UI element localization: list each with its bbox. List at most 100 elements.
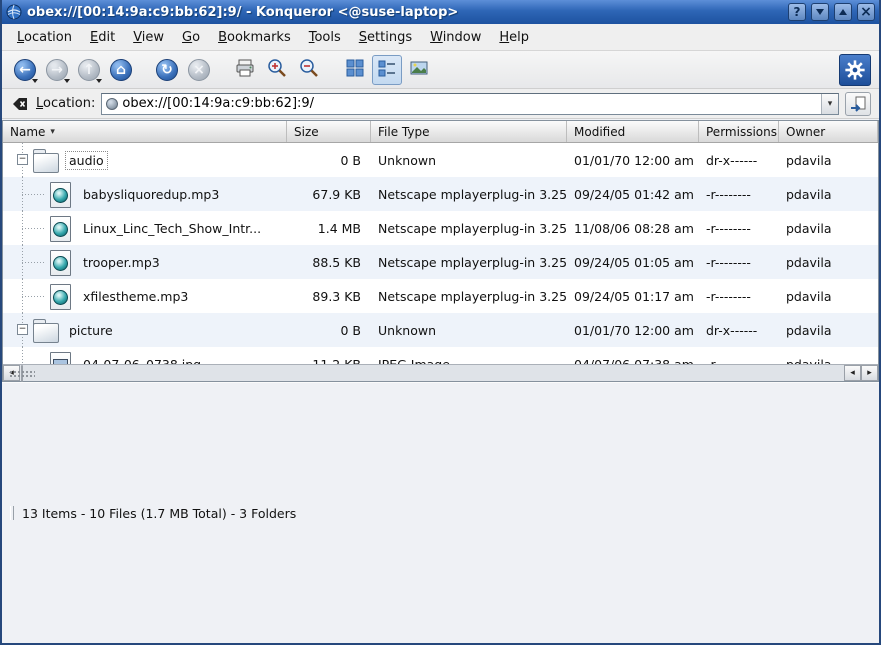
column-header-owner[interactable]: Owner: [779, 121, 878, 142]
table-row[interactable]: − picture 0 B Unknown 01/01/70 12:00 am …: [3, 313, 878, 347]
column-header-modified[interactable]: Modified: [567, 121, 699, 142]
clear-location-button[interactable]: [10, 94, 30, 114]
tree-branch: [22, 194, 45, 195]
scroll-right-button[interactable]: ▸: [861, 365, 878, 381]
location-bar: Location: ▾: [2, 89, 879, 119]
stop-button[interactable]: ×: [184, 55, 214, 85]
menu-edit[interactable]: Edit: [81, 27, 124, 48]
up-button[interactable]: ↑: [74, 55, 104, 85]
tree-branch: [22, 262, 45, 263]
menu-tools[interactable]: Tools: [300, 27, 350, 48]
horizontal-scrollbar[interactable]: ◂ ◂ ▸: [3, 364, 878, 381]
filetype-cell: Netscape mplayerplug-in 3.25: [371, 177, 567, 211]
column-header-filetype[interactable]: File Type: [371, 121, 567, 142]
help-button[interactable]: ?: [788, 3, 806, 21]
name-cell: xfilestheme.mp3: [3, 279, 287, 313]
file-icon[interactable]: [33, 316, 59, 344]
table-row[interactable]: trooper.mp3 88.5 KB Netscape mplayerplug…: [3, 245, 878, 279]
modified-cell: 04/07/06 07:38 am: [567, 347, 699, 364]
tree-branch: [22, 228, 45, 229]
file-name[interactable]: audio: [66, 152, 107, 169]
tree-expander[interactable]: −: [17, 324, 28, 335]
zoom-out-button[interactable]: [294, 55, 324, 85]
table-row[interactable]: − audio 0 B Unknown 01/01/70 12:00 am dr…: [3, 143, 878, 177]
tree-expander[interactable]: −: [17, 154, 28, 165]
file-name[interactable]: xfilestheme.mp3: [80, 288, 191, 305]
forward-button[interactable]: →: [42, 55, 72, 85]
file-icon[interactable]: [47, 180, 73, 208]
file-name[interactable]: 04-07-06_0738.jpg: [80, 356, 204, 365]
column-header-permissions[interactable]: Permissions: [699, 121, 779, 142]
menu-location[interactable]: Location: [8, 27, 81, 48]
main-toolbar: ← → ↑ ⌂ ↻ ×: [2, 51, 879, 89]
image-view-icon: [409, 58, 429, 82]
window-title: obex://[00:14:9a:c9:bb:62]:9/ - Konquero…: [27, 5, 783, 20]
sort-arrow-icon: ▾: [50, 127, 55, 137]
name-cell: − picture: [3, 313, 287, 347]
location-label: Location:: [36, 96, 95, 111]
menu-help[interactable]: Help: [490, 27, 538, 48]
tree-branch: [22, 296, 45, 297]
table-row[interactable]: 04-07-06_0738.jpg 11.2 KB JPEG Image 04/…: [3, 347, 878, 364]
go-button[interactable]: [845, 92, 871, 116]
column-header-size[interactable]: Size: [287, 121, 371, 142]
print-button[interactable]: [230, 55, 260, 85]
image-view-button[interactable]: [404, 55, 434, 85]
permissions-cell: dr-x------: [699, 313, 779, 347]
scroll-left-button-2[interactable]: ◂: [844, 365, 861, 381]
zoom-in-icon: [266, 57, 288, 83]
owner-cell: pdavila: [779, 279, 878, 313]
file-name[interactable]: Linux_Linc_Tech_Show_Intr...: [80, 220, 264, 237]
menu-settings[interactable]: Settings: [350, 27, 421, 48]
column-header-name[interactable]: Name ▾: [3, 121, 287, 142]
close-button[interactable]: ×: [857, 3, 875, 21]
status-text: 13 Items - 10 Files (1.7 MB Total) - 3 F…: [22, 506, 296, 521]
icon-view-button[interactable]: [340, 55, 370, 85]
title-bar[interactable]: obex://[00:14:9a:c9:bb:62]:9/ - Konquero…: [2, 0, 879, 24]
konqueror-window: obex://[00:14:9a:c9:bb:62]:9/ - Konquero…: [0, 0, 881, 645]
table-row[interactable]: xfilestheme.mp3 89.3 KB Netscape mplayer…: [3, 279, 878, 313]
status-bar: 13 Items - 10 Files (1.7 MB Total) - 3 F…: [2, 382, 879, 643]
file-icon[interactable]: [47, 214, 73, 242]
menu-view[interactable]: View: [124, 27, 173, 48]
owner-cell: pdavila: [779, 177, 878, 211]
detail-view-button[interactable]: [372, 55, 402, 85]
modified-cell: 01/01/70 12:00 am: [567, 313, 699, 347]
menu-bookmarks[interactable]: Bookmarks: [209, 27, 300, 48]
back-dropdown-icon: [32, 79, 38, 83]
file-icon[interactable]: [47, 350, 73, 364]
reload-button[interactable]: ↻: [152, 55, 182, 85]
filetype-cell: JPEG Image: [371, 347, 567, 364]
filetype-cell: Netscape mplayerplug-in 3.25: [371, 279, 567, 313]
menu-go[interactable]: Go: [173, 27, 209, 48]
name-cell: 04-07-06_0738.jpg: [3, 347, 287, 364]
file-icon[interactable]: [47, 282, 73, 310]
modified-cell: 01/01/70 12:00 am: [567, 143, 699, 177]
kde-gear-logo[interactable]: [839, 54, 871, 86]
zoom-in-button[interactable]: [262, 55, 292, 85]
menu-window[interactable]: Window: [421, 27, 490, 48]
zoom-out-icon: [298, 57, 320, 83]
table-row[interactable]: Linux_Linc_Tech_Show_Intr... 1.4 MB Nets…: [3, 211, 878, 245]
file-name[interactable]: trooper.mp3: [80, 254, 163, 271]
table-row[interactable]: babysliquoredup.mp3 67.9 KB Netscape mpl…: [3, 177, 878, 211]
location-input[interactable]: [122, 95, 821, 113]
back-button[interactable]: ←: [10, 55, 40, 85]
file-icon[interactable]: [33, 146, 59, 174]
maximize-button[interactable]: [834, 3, 852, 21]
size-cell: 89.3 KB: [287, 279, 371, 313]
home-button[interactable]: ⌂: [106, 55, 136, 85]
file-name[interactable]: babysliquoredup.mp3: [80, 186, 222, 203]
file-name[interactable]: picture: [66, 322, 116, 339]
name-cell: Linux_Linc_Tech_Show_Intr...: [3, 211, 287, 245]
up-dropdown-icon: [96, 79, 102, 83]
forward-icon: →: [46, 59, 68, 81]
scrollbar-track[interactable]: [20, 365, 844, 381]
location-dropdown-button[interactable]: ▾: [821, 94, 838, 114]
file-icon[interactable]: [47, 248, 73, 276]
up-icon: ↑: [78, 59, 100, 81]
scrollbar-thumb[interactable]: [21, 365, 23, 382]
name-cell: − audio: [3, 143, 287, 177]
size-cell: 0 B: [287, 143, 371, 177]
minimize-button[interactable]: [811, 3, 829, 21]
